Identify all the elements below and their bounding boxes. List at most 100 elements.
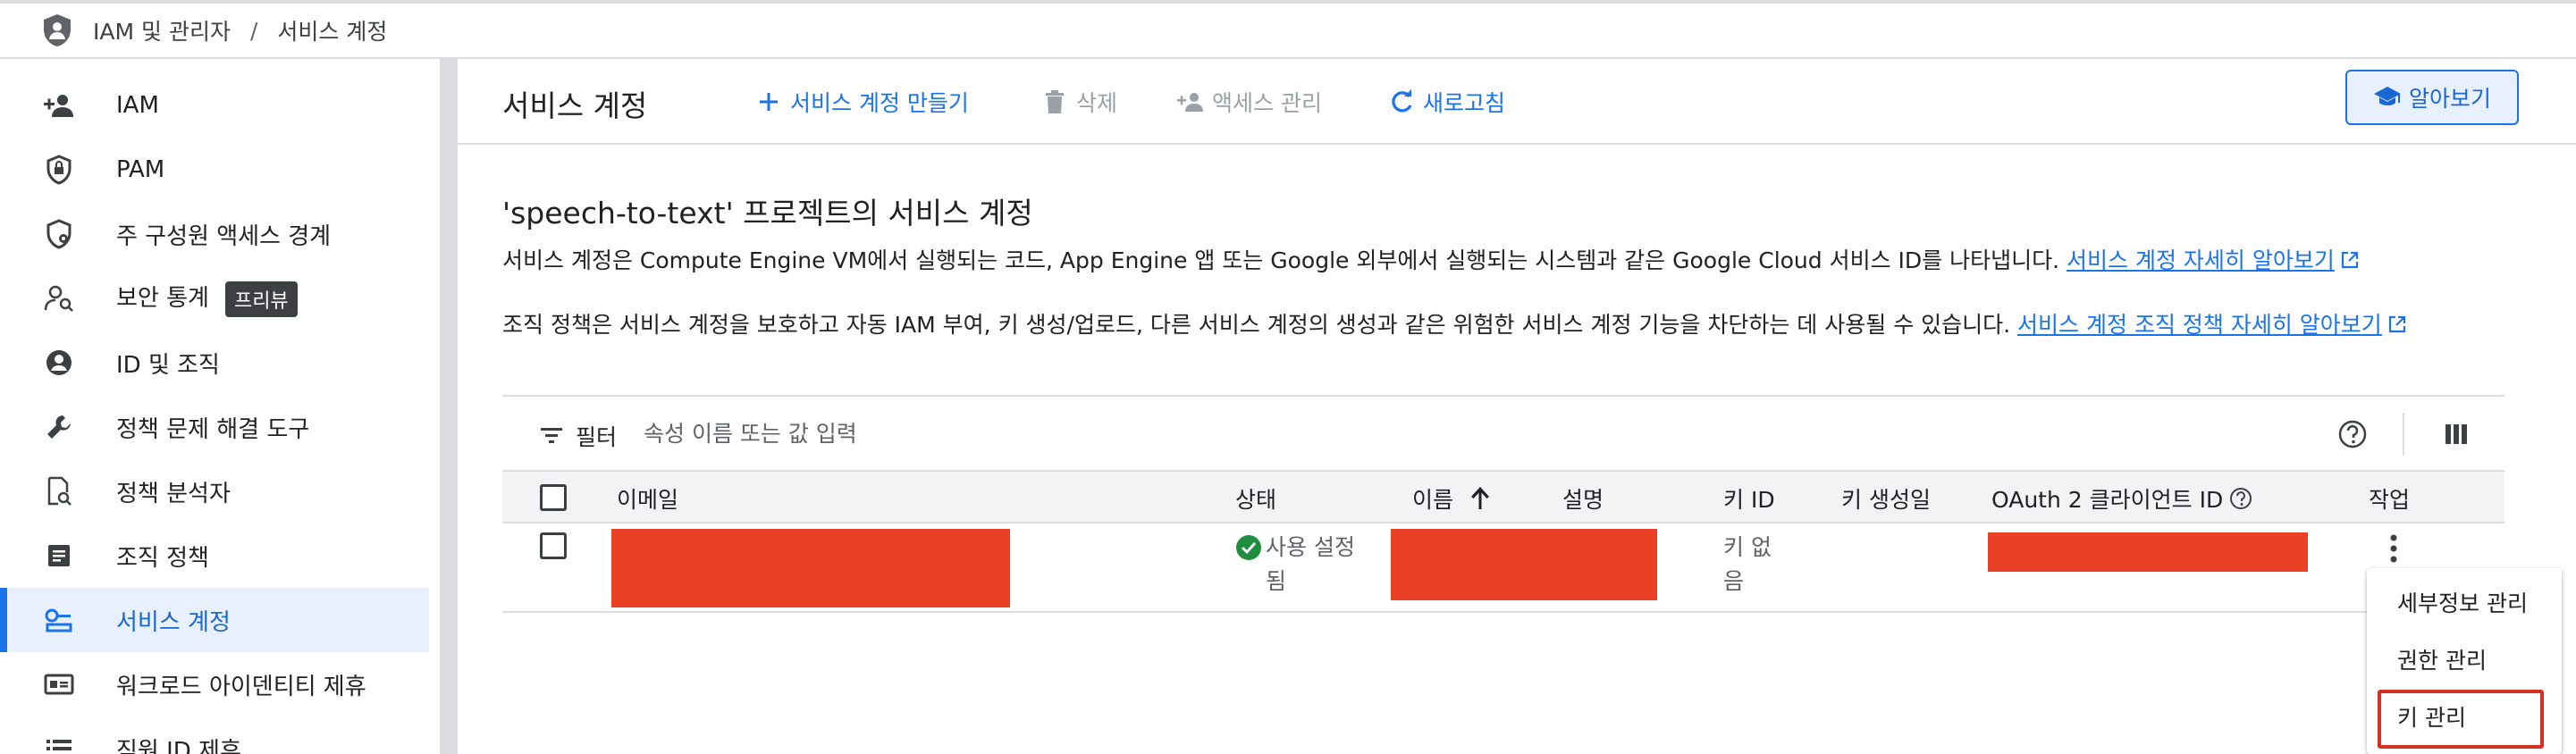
doc-search-icon <box>41 473 77 509</box>
sidebar-item-pam[interactable]: PAM <box>0 138 429 202</box>
column-header-oauth-text: OAuth 2 클라이언트 ID <box>1991 487 2224 513</box>
shield-lock-icon <box>41 152 77 188</box>
sidebar-item-label: 주 구성원 액세스 경계 <box>116 222 332 250</box>
description-service-accounts: 서비스 계정은 Compute Engine VM에서 실행되는 코드, App… <box>502 243 2360 275</box>
sidebar-item-label: 워크로드 아이덴티티 제휴 <box>116 673 366 700</box>
sidebar-item-policy-troubleshooter[interactable]: 정책 문제 해결 도구 <box>0 395 429 459</box>
sidebar-item-label: 정책 문제 해결 도구 <box>116 415 310 443</box>
table-header-row: 이메일 상태 이름 설명 키 ID 키 생성일 OAuth 2 클라이언트 ID… <box>502 470 2504 524</box>
check-circle-icon <box>1235 534 1262 561</box>
column-header-name[interactable]: 이름 <box>1412 482 1491 515</box>
wrench-icon <box>41 409 77 445</box>
breadcrumb-root[interactable]: IAM 및 관리자 <box>93 14 231 46</box>
sidebar-item-identity-organization[interactable]: ID 및 조직 <box>0 331 429 395</box>
help-icon[interactable] <box>2228 486 2253 511</box>
create-service-account-label: 서비스 계정 만들기 <box>790 90 969 116</box>
toolbar: 서비스 계정 서비스 계정 만들기 삭제 액세스 관리 새로고침 알아보기 <box>458 59 2576 145</box>
external-link-icon <box>2387 314 2407 339</box>
refresh-button[interactable]: 새로고침 <box>1387 84 1505 120</box>
table-row: 사용 설정됨 키 없음 <box>502 524 2504 613</box>
sidebar-item-label: IAM <box>116 92 159 119</box>
description-org-policies: 조직 정책은 서비스 계정을 보호하고 자동 IAM 부여, 키 생성/업로드,… <box>502 307 2407 339</box>
refresh-icon <box>1387 88 1416 116</box>
column-header-name-text: 이름 <box>1412 487 1454 513</box>
redacted-oauth-client-id <box>1988 532 2308 572</box>
help-icon[interactable] <box>2336 418 2369 450</box>
redacted-email <box>611 529 1010 607</box>
column-header-key-created[interactable]: 키 생성일 <box>1841 482 1931 515</box>
status-text: 사용 설정됨 <box>1266 534 1355 594</box>
article-icon <box>41 538 77 574</box>
highlight-box <box>2378 690 2544 749</box>
sidebar-item-org-policies[interactable]: 조직 정책 <box>0 524 429 588</box>
breadcrumb-current: 서비스 계정 <box>277 19 388 45</box>
column-header-oauth-client-id[interactable]: OAuth 2 클라이언트 ID <box>1991 482 2253 515</box>
manage-access-label: 액세스 관리 <box>1212 90 1322 116</box>
sidebar-item-principal-access-boundary[interactable]: 주 구성원 액세스 경계 <box>0 202 429 266</box>
sidebar-item-workload-identity-federation[interactable]: 워크로드 아이덴티티 제휴 <box>0 652 429 716</box>
column-header-actions: 작업 <box>2369 487 2411 513</box>
account-circle-icon <box>41 345 77 381</box>
sidebar-item-iam[interactable]: IAM <box>0 73 429 138</box>
main-content: 서비스 계정 서비스 계정 만들기 삭제 액세스 관리 새로고침 알아보기 's… <box>458 59 2576 754</box>
row-checkbox[interactable] <box>540 532 567 559</box>
status-cell: 사용 설정됨 <box>1235 531 1360 599</box>
sidebar-item-label: ID 및 조직 <box>116 351 220 379</box>
sidebar-item-label: 조직 정책 <box>116 544 209 572</box>
trash-icon <box>1040 88 1069 116</box>
key-id-cell: 키 없음 <box>1723 534 1772 594</box>
learn-button[interactable]: 알아보기 <box>2345 70 2519 125</box>
sidebar: IAM PAM 주 구성원 액세스 경계 보안 통계 프리뷰 ID 및 조직 정책… <box>0 59 438 754</box>
sidebar-item-service-accounts[interactable]: 서비스 계정 <box>0 588 429 652</box>
refresh-label: 새로고침 <box>1423 90 1506 116</box>
description-text: 서비스 계정은 Compute Engine VM에서 실행되는 코드, App… <box>502 247 2060 273</box>
sidebar-item-label: 직원 ID 제휴 <box>116 737 241 754</box>
person-add-icon <box>41 88 77 123</box>
sidebar-item-security-insights[interactable]: 보안 통계 프리뷰 <box>0 266 429 331</box>
row-actions-menu: 세부정보 관리 권한 관리 키 관리 <box>2367 568 2562 754</box>
service-account-icon <box>41 602 77 638</box>
filter-input[interactable] <box>644 411 1180 456</box>
person-search-icon <box>41 281 77 316</box>
column-header-description[interactable]: 설명 <box>1562 482 1604 515</box>
column-header-key-id[interactable]: 키 ID <box>1723 482 1775 515</box>
sidebar-item-label: 보안 통계 프리뷰 <box>116 280 298 317</box>
plus-icon <box>754 88 783 116</box>
sidebar-scrollbar[interactable] <box>440 59 456 754</box>
learn-more-service-accounts-link[interactable]: 서비스 계정 자세히 알아보기 <box>2067 247 2335 273</box>
preview-badge: 프리뷰 <box>224 281 298 317</box>
page-title: 서비스 계정 <box>502 88 648 123</box>
manage-access-button[interactable]: 액세스 관리 <box>1176 84 1322 120</box>
sidebar-item-workforce-identity-federation[interactable]: 직원 ID 제휴 <box>0 716 429 754</box>
toolbar-divider <box>2403 413 2404 456</box>
filter-bar: 필터 <box>502 395 2504 470</box>
sidebar-item-policy-analyzer[interactable]: 정책 분석자 <box>0 459 429 524</box>
filter-icon[interactable] <box>538 422 565 448</box>
external-link-icon <box>2340 249 2360 275</box>
menu-item-manage-permissions[interactable]: 권한 관리 <box>2367 631 2562 688</box>
sidebar-item-text: 보안 통계 <box>116 285 209 313</box>
sidebar-item-label: 서비스 계정 <box>116 608 231 636</box>
select-all-checkbox[interactable] <box>540 484 567 511</box>
section-heading: 'speech-to-text' 프로젝트의 서비스 계정 <box>502 196 1033 230</box>
person-add-icon <box>1176 88 1205 116</box>
filter-label: 필터 <box>576 424 618 450</box>
redacted-name <box>1391 529 1657 600</box>
delete-button[interactable]: 삭제 <box>1040 84 1117 120</box>
iam-shield-icon <box>39 13 75 48</box>
sidebar-item-label: PAM <box>116 156 165 183</box>
service-accounts-table: 필터 이메일 상태 이름 설명 키 ID 키 생성일 <box>502 395 2504 672</box>
delete-label: 삭제 <box>1076 90 1118 116</box>
learn-more-org-policies-link[interactable]: 서비스 계정 조직 정책 자세히 알아보기 <box>2017 312 2382 338</box>
sort-ascending-icon <box>1469 486 1491 511</box>
more-vert-icon[interactable] <box>2387 532 2401 568</box>
id-card-icon <box>41 666 77 702</box>
menu-item-manage-details[interactable]: 세부정보 관리 <box>2367 574 2562 631</box>
breadcrumb-separator: / <box>249 17 258 44</box>
column-header-email[interactable]: 이메일 <box>617 482 678 515</box>
create-service-account-button[interactable]: 서비스 계정 만들기 <box>754 84 969 120</box>
shield-gear-icon <box>41 216 77 252</box>
column-display-icon[interactable] <box>2442 420 2471 448</box>
list-icon <box>41 731 77 754</box>
column-header-status[interactable]: 상태 <box>1235 482 1276 515</box>
